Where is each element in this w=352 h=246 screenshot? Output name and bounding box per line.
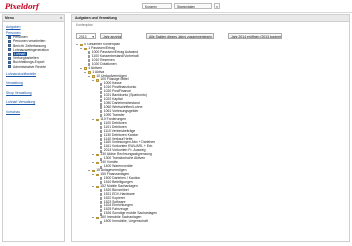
page-icon	[8, 52, 11, 56]
document-icon	[100, 134, 103, 138]
document-icon	[100, 197, 103, 201]
document-icon	[100, 145, 103, 149]
app-logo: Pixeldorf	[5, 2, 39, 11]
expand-toggle-icon[interactable]	[88, 75, 91, 78]
expand-toggle-icon[interactable]	[92, 79, 95, 82]
sidebar-item[interactable]: Administrative Rechte	[6, 65, 61, 69]
sidebar-link[interactable]: Shop Verwaltung	[6, 91, 61, 96]
sidebar-items: Personen Personen verarbeiten Bericht: Zei…	[6, 35, 61, 69]
document-icon	[100, 189, 103, 193]
year-select[interactable]: 2013 ▾	[76, 33, 96, 39]
expand-toggle-icon[interactable]	[92, 217, 95, 220]
sidebar-bottom-links: Lohnauskunftsstelle Verwaltung Shop Verwal…	[6, 72, 61, 115]
chevron-down-icon: ▾	[92, 35, 94, 39]
tree-label: 1600 Immobilie, Liegenschaft	[103, 219, 148, 224]
folder-icon	[96, 161, 99, 165]
show-year-button[interactable]: Jahr anzeigen	[100, 33, 122, 39]
sidebar-link[interactable]: Verwaltung	[6, 81, 61, 86]
document-icon	[88, 59, 91, 63]
expand-toggle-icon[interactable]	[88, 169, 91, 172]
expand-toggle-icon[interactable]	[92, 185, 95, 188]
document-icon	[100, 86, 103, 90]
expand-toggle-icon[interactable]	[92, 154, 95, 157]
folder-icon	[84, 47, 87, 51]
open-year-button[interactable]: Jahr 2014 eröffnen (2013 kopieren)	[228, 33, 282, 39]
sidebar-link[interactable]: Lohnart Verwaltung	[6, 100, 61, 105]
expand-toggle-icon[interactable]	[80, 67, 83, 70]
folder-icon	[84, 67, 87, 70]
close-icon[interactable]: x	[60, 15, 62, 21]
document-icon	[100, 137, 103, 141]
document-icon	[88, 55, 91, 59]
document-icon	[100, 98, 103, 102]
folder-icon	[96, 217, 99, 220]
document-icon	[100, 177, 103, 181]
sidebar-link-aufgaben[interactable]: Aufgaben	[6, 25, 61, 30]
document-icon	[100, 126, 103, 130]
expand-toggle-icon[interactable]	[92, 118, 95, 121]
document-icon	[100, 102, 103, 106]
folder-icon	[96, 185, 99, 188]
expand-toggle-icon[interactable]	[84, 71, 87, 74]
document-icon	[100, 90, 103, 94]
sidebar-title: Menu	[5, 16, 14, 20]
merge-balances-button[interactable]: Alle Salden dieses Jahrs zusammenlegen	[146, 33, 214, 39]
toolbar: 2013 ▾ Jahr anzeigen Alle Salden dieses …	[76, 33, 346, 41]
page-icon	[8, 39, 11, 43]
folder-icon	[96, 154, 99, 157]
sidebar-item-label: Administrative Rechte	[13, 64, 46, 69]
breadcrumb: Kontenplan	[76, 23, 93, 27]
document-icon	[88, 51, 91, 55]
folder-icon	[92, 75, 95, 78]
document-icon	[100, 106, 103, 110]
page-icon	[8, 35, 11, 39]
folder-icon	[88, 71, 91, 74]
module-select[interactable]: Stammdaten	[174, 3, 212, 9]
expand-toggle-icon[interactable]	[92, 162, 95, 165]
page-icon	[8, 48, 11, 52]
sidebar-header: Menu x	[3, 15, 64, 22]
folder-icon	[96, 79, 99, 82]
folder-icon	[96, 173, 99, 177]
page-icon	[8, 60, 11, 64]
document-icon	[100, 204, 103, 208]
expand-toggle-icon[interactable]	[80, 47, 83, 50]
sidebar-link[interactable]: Vorschau	[6, 110, 61, 115]
document-icon	[100, 122, 103, 126]
top-bar: Pixeldorf Konzern Stammdaten ▾	[0, 0, 352, 13]
document-icon	[100, 208, 103, 212]
sidebar: Menu x Aufgaben Personen Personen Persone…	[2, 14, 65, 242]
expand-toggle-icon[interactable]	[76, 43, 79, 46]
document-icon	[100, 82, 103, 86]
document-icon	[100, 200, 103, 204]
expand-toggle-icon[interactable]	[92, 173, 95, 176]
document-icon	[100, 220, 103, 224]
account-tree: 0 Gesamter Kontenplan 1 Passiven/Ertrag 10…	[76, 43, 344, 237]
document-icon	[100, 94, 103, 98]
folder-icon	[92, 169, 95, 173]
year-select-value: 2013	[79, 35, 87, 39]
document-icon	[100, 110, 103, 114]
main-title: Aufgaben und Verwaltung	[72, 15, 349, 22]
document-icon	[100, 193, 103, 197]
page-icon	[8, 65, 11, 69]
document-icon	[100, 141, 103, 145]
folder-icon	[96, 118, 99, 121]
document-icon	[100, 130, 103, 134]
page-icon	[8, 56, 11, 60]
tree-leaf[interactable]: 1600 Immobilie, Liegenschaft	[76, 219, 344, 224]
folder-icon	[80, 43, 83, 47]
page-icon	[8, 44, 11, 48]
mandant-label: Konzern	[142, 3, 172, 9]
module-select-button[interactable]: ▾	[214, 3, 220, 9]
sidebar-link[interactable]: Lohnauskunftsstelle	[6, 72, 61, 77]
